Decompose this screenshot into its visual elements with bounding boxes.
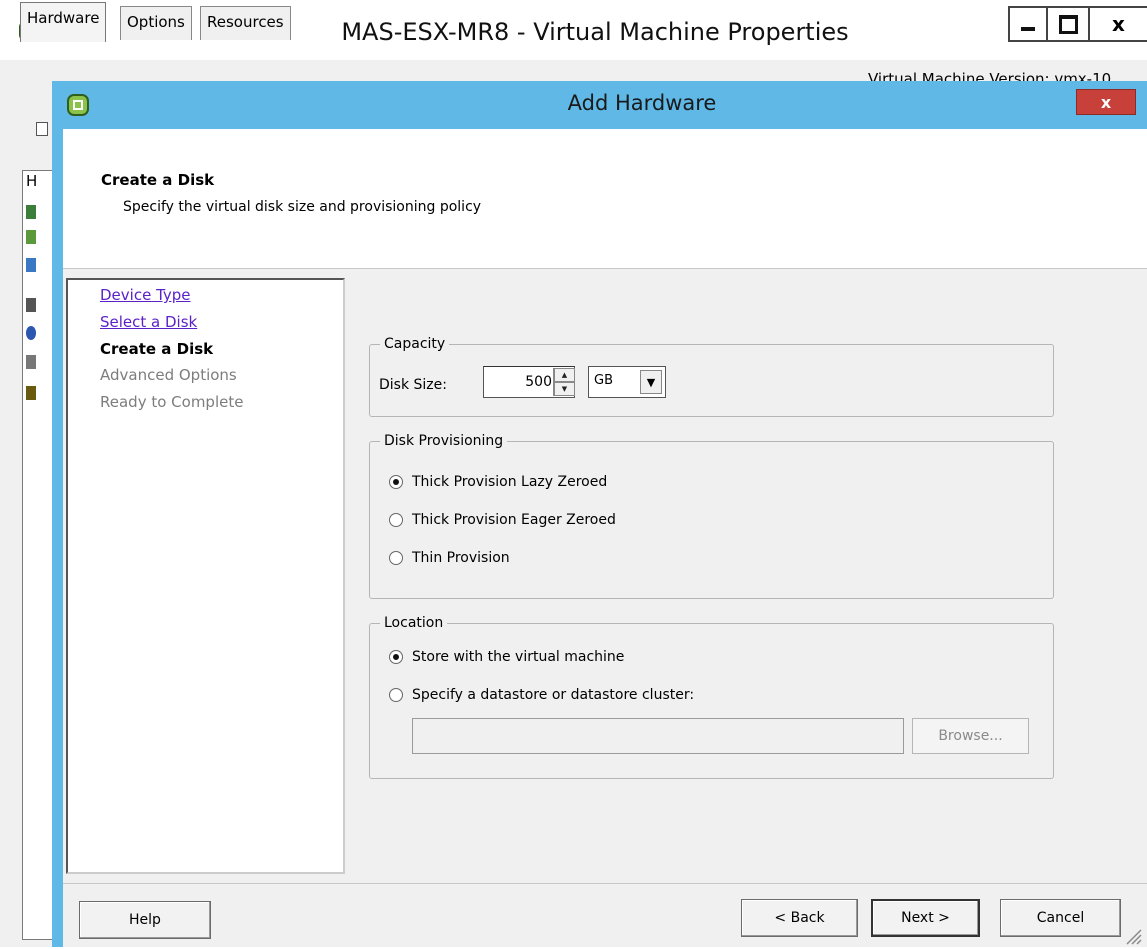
step-ready-to-complete: Ready to Complete: [100, 393, 244, 411]
radio-store-with-vm[interactable]: [389, 650, 403, 664]
radio-thick-lazy-zeroed-label[interactable]: Thick Provision Lazy Zeroed: [412, 474, 607, 490]
disk-size-stepper[interactable]: ▲ ▼: [553, 368, 575, 396]
hard-disk-icon: [26, 355, 36, 369]
disk-provisioning-legend: Disk Provisioning: [384, 433, 504, 449]
minimize-icon: [1010, 8, 1046, 40]
wizard-footer: [63, 883, 1147, 947]
cpu-icon: [26, 230, 36, 244]
close-icon: x: [1112, 12, 1125, 36]
disk-icon: [26, 298, 36, 312]
radio-thin-provision[interactable]: [389, 551, 403, 565]
memory-icon: [26, 205, 36, 219]
step-select-a-disk[interactable]: Select a Disk: [100, 313, 197, 331]
close-icon: x: [1100, 92, 1112, 112]
step-create-a-disk: Create a Disk: [100, 340, 214, 358]
radio-thin-provision-label[interactable]: Thin Provision: [412, 550, 510, 566]
datastore-input[interactable]: [412, 718, 904, 754]
dialog-title: Add Hardware: [567, 91, 717, 115]
cd-dvd-icon: [26, 326, 36, 340]
radio-thick-eager-zeroed-label[interactable]: Thick Provision Eager Zeroed: [412, 512, 616, 528]
radio-store-with-vm-label[interactable]: Store with the virtual machine: [412, 649, 624, 665]
maximize-button[interactable]: [1048, 6, 1090, 42]
wizard-step-title: Create a Disk: [101, 171, 215, 189]
step-advanced-options: Advanced Options: [100, 366, 237, 384]
tab-options[interactable]: Options: [120, 6, 192, 40]
wizard-header: Create a Disk Specify the virtual disk s…: [63, 129, 1147, 269]
next-button[interactable]: Next >: [871, 899, 980, 937]
disk-size-unit-value: GB: [594, 373, 613, 388]
dialog-content: Create a Disk Specify the virtual disk s…: [63, 129, 1147, 947]
location-legend: Location: [384, 615, 444, 631]
resize-grip-icon[interactable]: [1122, 925, 1142, 945]
radio-specify-datastore-label[interactable]: Specify a datastore or datastore cluster…: [412, 687, 694, 703]
wizard-step-subtitle: Specify the virtual disk size and provis…: [123, 199, 482, 215]
cancel-button[interactable]: Cancel: [1000, 899, 1121, 937]
browse-button[interactable]: Browse...: [912, 718, 1029, 754]
network-adapter-icon: [26, 386, 36, 400]
dialog-close-button[interactable]: x: [1076, 89, 1136, 115]
capacity-legend: Capacity: [384, 336, 446, 352]
help-button[interactable]: Help: [79, 901, 211, 939]
spin-down-icon[interactable]: ▼: [554, 382, 575, 396]
outer-close-button[interactable]: x: [1090, 6, 1147, 42]
tab-resources[interactable]: Resources: [200, 6, 291, 40]
add-hardware-dialog: Add Hardware x Create a Disk Specify the…: [52, 81, 1147, 947]
tab-hardware[interactable]: Hardware: [20, 2, 107, 42]
display-icon: [26, 258, 36, 272]
hardware-list-header: H: [26, 172, 38, 190]
radio-thick-eager-zeroed[interactable]: [389, 513, 403, 527]
radio-thick-lazy-zeroed[interactable]: [389, 475, 403, 489]
radio-specify-datastore[interactable]: [389, 688, 403, 702]
minimize-button[interactable]: [1008, 6, 1048, 42]
maximize-icon: [1048, 8, 1088, 40]
disk-size-label: Disk Size:: [379, 377, 447, 393]
capacity-group: Capacity: [369, 336, 1054, 417]
step-device-type[interactable]: Device Type: [100, 286, 191, 304]
outer-checkbox[interactable]: [36, 122, 48, 136]
back-button[interactable]: < Back: [741, 899, 858, 937]
spin-up-icon[interactable]: ▲: [554, 368, 575, 382]
dropdown-arrow-icon[interactable]: ▼: [640, 370, 662, 394]
